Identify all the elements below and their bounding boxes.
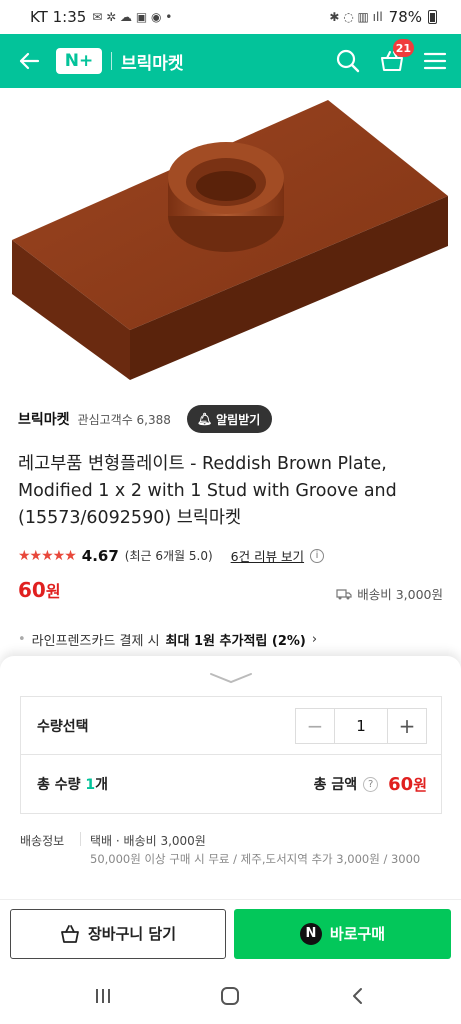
total-qty-unit: 개	[95, 777, 109, 793]
basket-icon	[61, 924, 79, 943]
promo-highlight: 최대 1원 추가적립 (2%)	[165, 634, 306, 649]
lego-plate-illustration	[12, 100, 448, 380]
shipping-fee-text: 배송비 3,000원	[357, 587, 443, 602]
store-name: 브릭마켓	[121, 53, 184, 74]
search-icon	[336, 49, 360, 73]
total-amount-price: 60원	[388, 774, 427, 795]
connectivity-icons: ✱ ◌ ▥ ıll	[329, 10, 383, 24]
back-button[interactable]	[14, 46, 44, 76]
hamburger-menu-icon	[423, 52, 447, 70]
recent-apps-icon[interactable]	[93, 986, 113, 1006]
decrease-button[interactable]: −	[296, 709, 334, 743]
notify-button[interactable]: 🔔︎ 알림받기	[186, 405, 273, 433]
total-amount-label: 총 금액	[313, 777, 358, 793]
cart-count-badge: 21	[392, 39, 414, 57]
total-amount-value: 60	[388, 773, 414, 795]
home-icon[interactable]	[219, 985, 241, 1007]
product-title: 레고부품 변형플레이트 - Reddish Brown Plate, Modif…	[18, 454, 397, 528]
quantity-row: 수량선택 − +	[21, 697, 441, 755]
total-quantity: 총 수량 1개	[37, 774, 108, 794]
buy-now-label: 바로구매	[329, 925, 386, 943]
shipping-info-label: 배송정보	[20, 834, 65, 848]
truck-icon	[336, 588, 352, 599]
total-row: 총 수량 1개 총 금액 ? 60원	[21, 755, 441, 813]
rating-row: ★★★★★ 4.67 (최근 6개월 5.0) 6건 리뷰 보기 i	[18, 546, 325, 565]
quantity-stepper: − +	[295, 707, 427, 744]
quantity-box: 수량선택 − + 총 수량 1개 총 금액 ? 60원	[20, 696, 442, 814]
menu-button[interactable]	[423, 51, 447, 71]
logo-divider	[111, 52, 112, 70]
total-qty-value: 1	[85, 777, 96, 793]
total-amount-unit: 원	[413, 775, 427, 794]
shipping-fee: 배송비 3,000원	[336, 584, 443, 603]
cart-button[interactable]: 21	[379, 39, 414, 74]
naver-pay-icon: N	[299, 922, 322, 945]
total-amount: 총 금액 ? 60원	[314, 774, 427, 795]
bell-plus-icon: 🔔︎	[196, 412, 213, 426]
naver-plus-logo: N+	[56, 48, 102, 74]
increase-button[interactable]: +	[388, 709, 426, 743]
seller-name[interactable]: 브릭마켓	[18, 409, 70, 429]
product-price: 60원	[18, 578, 61, 602]
question-icon[interactable]: ?	[363, 776, 379, 792]
total-qty-label: 총 수량	[37, 777, 81, 793]
follower-count: 관심고객수 6,388	[77, 412, 171, 427]
status-bar: KT 1:35 ✉ ✲ ☁ ▣ ◉ • ✱ ◌ ▥ ıll 78%	[0, 0, 461, 34]
back-nav-icon[interactable]	[348, 986, 368, 1006]
quantity-label: 수량선택	[37, 718, 89, 735]
shipping-conditions: 50,000원 이상 구매 시 무료 / 제주,도서지역 추가 3,000원 /…	[90, 852, 421, 866]
app-header: N+ 브릭마켓 21	[0, 34, 461, 88]
battery-icon	[428, 10, 437, 24]
back-arrow-icon	[19, 52, 40, 70]
chevron-down-icon	[210, 673, 252, 684]
quantity-input[interactable]	[334, 708, 388, 743]
price-value: 60	[18, 578, 46, 602]
system-navigation-bar	[0, 967, 461, 1024]
add-to-cart-button[interactable]: 장바구니 담기	[10, 908, 226, 959]
status-time: KT 1:35	[30, 8, 87, 26]
store-home-link[interactable]: N+ 브릭마켓	[56, 48, 184, 74]
notification-icons: ✉ ✲ ☁ ▣ ◉ •	[92, 10, 173, 24]
seller-row: 브릭마켓 관심고객수 6,388 🔔︎ 알림받기	[18, 405, 273, 433]
purchase-option-sheet: 수량선택 − + 총 수량 1개 총 금액 ? 60원 배송정보 택배 · 배송…	[0, 656, 461, 899]
price-unit: 원	[45, 582, 61, 601]
divider	[80, 832, 81, 846]
product-image[interactable]	[0, 88, 461, 393]
bullet: •	[18, 632, 26, 647]
promo-prefix: 라인프렌즈카드 결제 시	[31, 634, 160, 649]
battery-percent: 78%	[388, 8, 422, 26]
rating-score: 4.67	[81, 546, 119, 565]
purchase-actions: 장바구니 담기 N 바로구매	[0, 899, 461, 967]
rating-stars-icon: ★★★★★	[18, 547, 77, 564]
buy-now-button[interactable]: N 바로구매	[234, 908, 451, 959]
add-to-cart-label: 장바구니 담기	[87, 925, 177, 943]
sheet-collapse-handle[interactable]	[209, 670, 253, 684]
search-button[interactable]	[335, 48, 361, 74]
shipping-method: 택배 · 배송비 3,000원	[90, 834, 206, 848]
info-icon[interactable]: i	[310, 548, 325, 563]
chevron-right-icon: ›	[311, 632, 318, 647]
card-promo[interactable]: • 라인프렌즈카드 결제 시 최대 1원 추가적립 (2%) ›	[18, 630, 317, 649]
review-link[interactable]: 6건 리뷰 보기	[231, 546, 304, 565]
rating-recent: (최근 6개월 5.0)	[124, 549, 213, 563]
notify-label: 알림받기	[216, 412, 261, 427]
